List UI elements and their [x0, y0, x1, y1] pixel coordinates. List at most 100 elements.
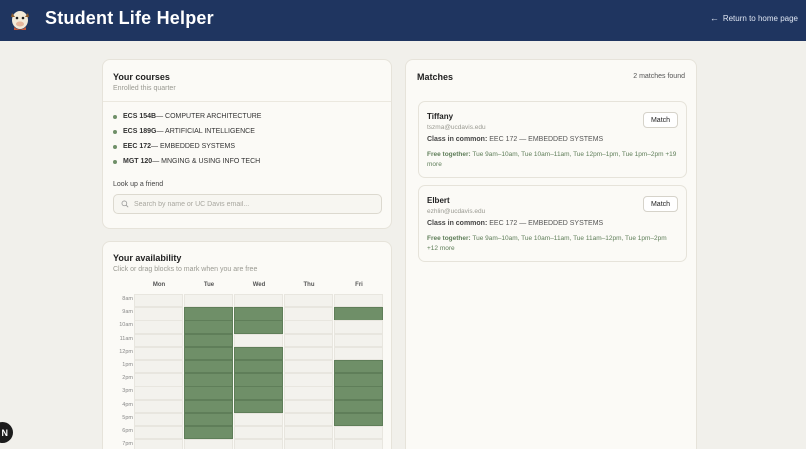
availability-slot[interactable]	[334, 426, 383, 440]
course-item: EEC 172 — EMBEDDED SYSTEMS	[113, 139, 261, 154]
availability-slot[interactable]	[134, 333, 183, 347]
return-home-label: Return to home page	[722, 13, 798, 23]
availability-slot[interactable]	[284, 346, 333, 361]
time-label: 8am	[122, 296, 133, 302]
match-button[interactable]: Match	[643, 112, 678, 128]
app-header: Student Life Helper ← Return to home pag…	[0, 0, 806, 41]
day-label-mon: Mon	[152, 282, 166, 288]
availability-slot[interactable]	[334, 412, 383, 427]
availability-card: Your availability Click or drag blocks t…	[102, 241, 392, 449]
availability-slot[interactable]	[284, 373, 333, 387]
bullet-icon	[113, 144, 117, 149]
availability-slot[interactable]	[284, 399, 333, 413]
availability-slot[interactable]	[134, 439, 183, 449]
time-label: 3pm	[122, 388, 133, 395]
availability-slot[interactable]	[184, 412, 233, 427]
courses-title: Your courses	[113, 72, 170, 82]
availability-slot[interactable]	[234, 346, 283, 361]
availability-slot[interactable]	[134, 307, 183, 321]
availability-slot[interactable]	[134, 320, 183, 334]
availability-slot[interactable]	[234, 426, 283, 440]
availability-slot[interactable]	[334, 346, 383, 361]
time-label: 7pm	[122, 441, 133, 448]
match-free-times: Free together: Tue 9am–10am, Tue 10am–11…	[427, 235, 667, 252]
app-title: Student Life Helper	[45, 8, 214, 28]
time-label: 12pm	[119, 348, 133, 355]
availability-slot[interactable]	[234, 320, 283, 334]
friend-search-box[interactable]	[113, 194, 382, 214]
match-button[interactable]: Match	[643, 196, 678, 212]
availability-slot[interactable]	[184, 439, 233, 449]
courses-subtitle: Enrolled this quarter	[113, 85, 176, 92]
matches-count: 2 matches found	[633, 73, 685, 80]
match-item: Elbert ezhlin@ucdavis.edu Class in commo…	[418, 185, 687, 262]
time-label: 1pm	[122, 362, 133, 368]
availability-slot[interactable]	[184, 386, 233, 400]
availability-slot[interactable]	[334, 360, 383, 374]
time-label: 11am	[119, 335, 133, 342]
availability-slot[interactable]	[184, 399, 233, 413]
availability-title: Your availability	[113, 253, 182, 263]
availability-slot[interactable]	[284, 426, 333, 440]
time-label: 6pm	[122, 428, 133, 434]
availability-slot[interactable]	[334, 399, 383, 413]
match-email: ezhlin@ucdavis.edu	[427, 208, 486, 215]
availability-slot[interactable]	[284, 320, 333, 334]
availability-slot[interactable]	[134, 360, 183, 374]
availability-slot[interactable]	[334, 333, 383, 347]
divider	[103, 101, 391, 102]
availability-slot[interactable]	[234, 373, 283, 387]
availability-slot[interactable]	[284, 439, 333, 449]
availability-slot[interactable]	[234, 307, 283, 321]
availability-slot[interactable]	[284, 333, 333, 347]
availability-slot[interactable]	[284, 386, 333, 400]
availability-slot[interactable]	[184, 360, 233, 374]
availability-slot[interactable]	[284, 294, 333, 308]
match-name: Tiffany	[427, 112, 454, 121]
availability-slot[interactable]	[234, 412, 283, 427]
availability-slot[interactable]	[184, 333, 233, 347]
availability-slot[interactable]	[334, 320, 383, 334]
availability-slot[interactable]	[334, 307, 383, 321]
availability-slot[interactable]	[284, 360, 333, 374]
match-name: Elbert	[427, 196, 450, 205]
availability-slot[interactable]	[184, 373, 233, 387]
availability-slot[interactable]	[134, 399, 183, 413]
course-item: ECS 154B — COMPUTER ARCHITECTURE	[113, 109, 261, 124]
availability-slot[interactable]	[234, 439, 283, 449]
match-email: tszma@ucdavis.edu	[427, 124, 486, 131]
availability-slot[interactable]	[334, 373, 383, 387]
availability-slot[interactable]	[184, 426, 233, 440]
bullet-icon	[113, 114, 117, 119]
availability-slot[interactable]	[234, 386, 283, 400]
availability-slot[interactable]	[134, 426, 183, 440]
framework-badge[interactable]: N	[0, 422, 13, 443]
availability-slot[interactable]	[134, 373, 183, 387]
availability-slot[interactable]	[184, 346, 233, 361]
availability-slot[interactable]	[334, 294, 383, 308]
return-home-link[interactable]: ← Return to home page	[710, 13, 798, 23]
availability-slot[interactable]	[334, 386, 383, 400]
availability-slot[interactable]	[134, 346, 183, 361]
availability-slot[interactable]	[284, 412, 333, 427]
availability-slot[interactable]	[134, 412, 183, 427]
availability-slot[interactable]	[184, 320, 233, 334]
time-label: 5pm	[122, 414, 133, 421]
courses-card: Your courses Enrolled this quarter ECS 1…	[102, 59, 392, 229]
availability-slot[interactable]	[134, 386, 183, 400]
match-free-times: Free together: Tue 9am–10am, Tue 10am–11…	[427, 151, 677, 168]
availability-slot[interactable]	[284, 307, 333, 321]
availability-slot[interactable]	[234, 333, 283, 347]
friend-search-input[interactable]	[134, 200, 374, 208]
availability-slot[interactable]	[234, 399, 283, 413]
day-label-wed: Wed	[252, 282, 266, 288]
availability-slot[interactable]	[234, 360, 283, 374]
course-item: ECS 189G — ARTIFICIAL INTELLIGENCE	[113, 124, 261, 139]
availability-slot[interactable]	[184, 307, 233, 321]
cow-mascot-icon	[11, 11, 29, 30]
availability-slot[interactable]	[334, 439, 383, 449]
availability-slot[interactable]	[134, 294, 183, 308]
availability-slot[interactable]	[234, 294, 283, 308]
time-label: 2pm	[122, 375, 133, 382]
availability-slot[interactable]	[184, 294, 233, 308]
